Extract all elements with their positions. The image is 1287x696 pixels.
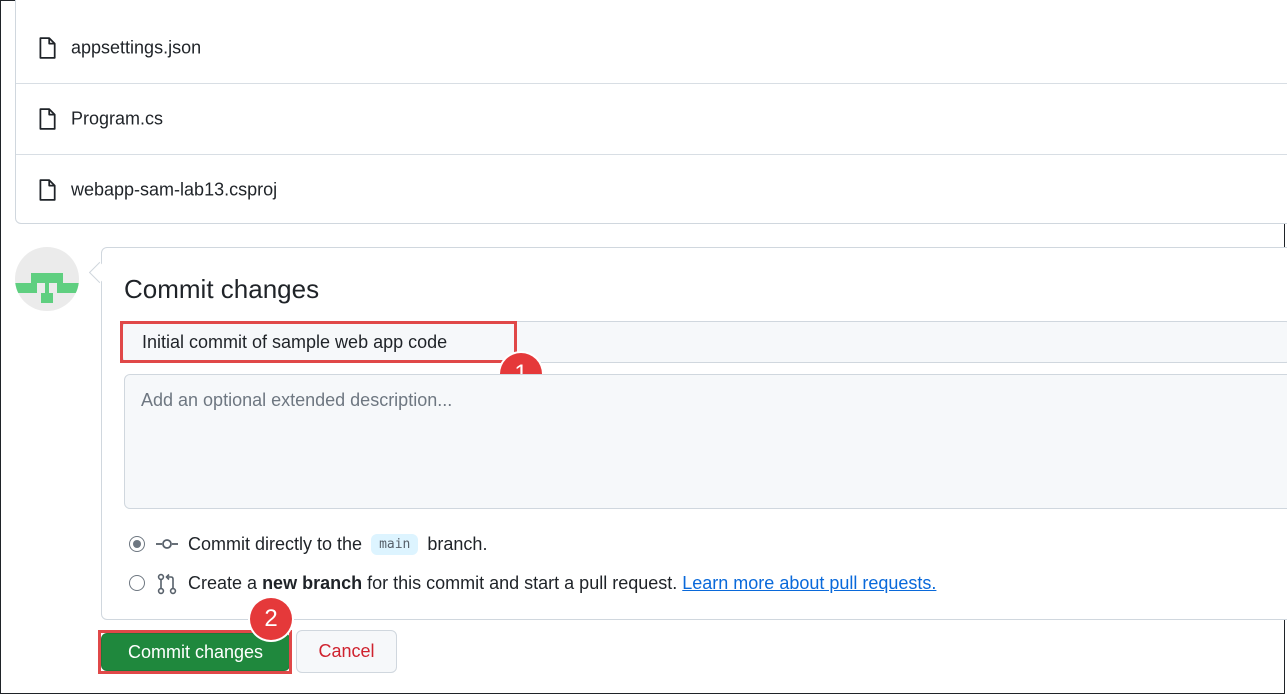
file-row[interactable]: Program.cs bbox=[16, 83, 1287, 154]
option-direct-label[interactable]: Commit directly to the main branch. bbox=[188, 534, 487, 555]
radio-commit-direct[interactable] bbox=[129, 536, 145, 552]
learn-more-pull-requests-link[interactable]: Learn more about pull requests. bbox=[682, 573, 936, 593]
description-placeholder: Add an optional extended description... bbox=[141, 390, 453, 410]
file-name[interactable]: webapp-sam-lab13.csproj bbox=[71, 180, 277, 201]
avatar[interactable] bbox=[15, 247, 79, 311]
option-new-branch-middle: for this commit and start a pull request… bbox=[367, 573, 678, 593]
file-name[interactable]: appsettings.json bbox=[71, 37, 201, 58]
highlight-box-summary bbox=[120, 321, 517, 363]
git-commit-icon bbox=[156, 539, 178, 549]
file-icon bbox=[39, 179, 56, 201]
file-icon bbox=[39, 36, 56, 59]
file-name[interactable]: Program.cs bbox=[71, 109, 163, 130]
step-badge-2: 2 bbox=[250, 598, 292, 640]
option-direct-suffix: branch. bbox=[427, 534, 488, 554]
cancel-button[interactable]: Cancel bbox=[296, 630, 397, 673]
commit-heading: Commit changes bbox=[124, 274, 320, 304]
git-pull-request-icon bbox=[157, 573, 177, 595]
option-new-branch-label[interactable]: Create a new branch for this commit and … bbox=[188, 573, 936, 594]
option-new-branch-bold: new branch bbox=[262, 573, 363, 593]
option-direct-prefix: Commit directly to the bbox=[188, 534, 363, 554]
branch-name-chip: main bbox=[371, 534, 419, 555]
file-row[interactable]: webapp-sam-lab13.csproj bbox=[16, 154, 1287, 225]
identicon-icon bbox=[15, 273, 79, 303]
file-list: appsettings.json Program.cs webapp-sam-l… bbox=[15, 0, 1287, 224]
radio-new-branch[interactable] bbox=[129, 575, 145, 591]
option-new-branch-prefix: Create a bbox=[188, 573, 258, 593]
file-icon bbox=[39, 108, 56, 130]
file-row[interactable]: appsettings.json bbox=[16, 12, 1287, 83]
